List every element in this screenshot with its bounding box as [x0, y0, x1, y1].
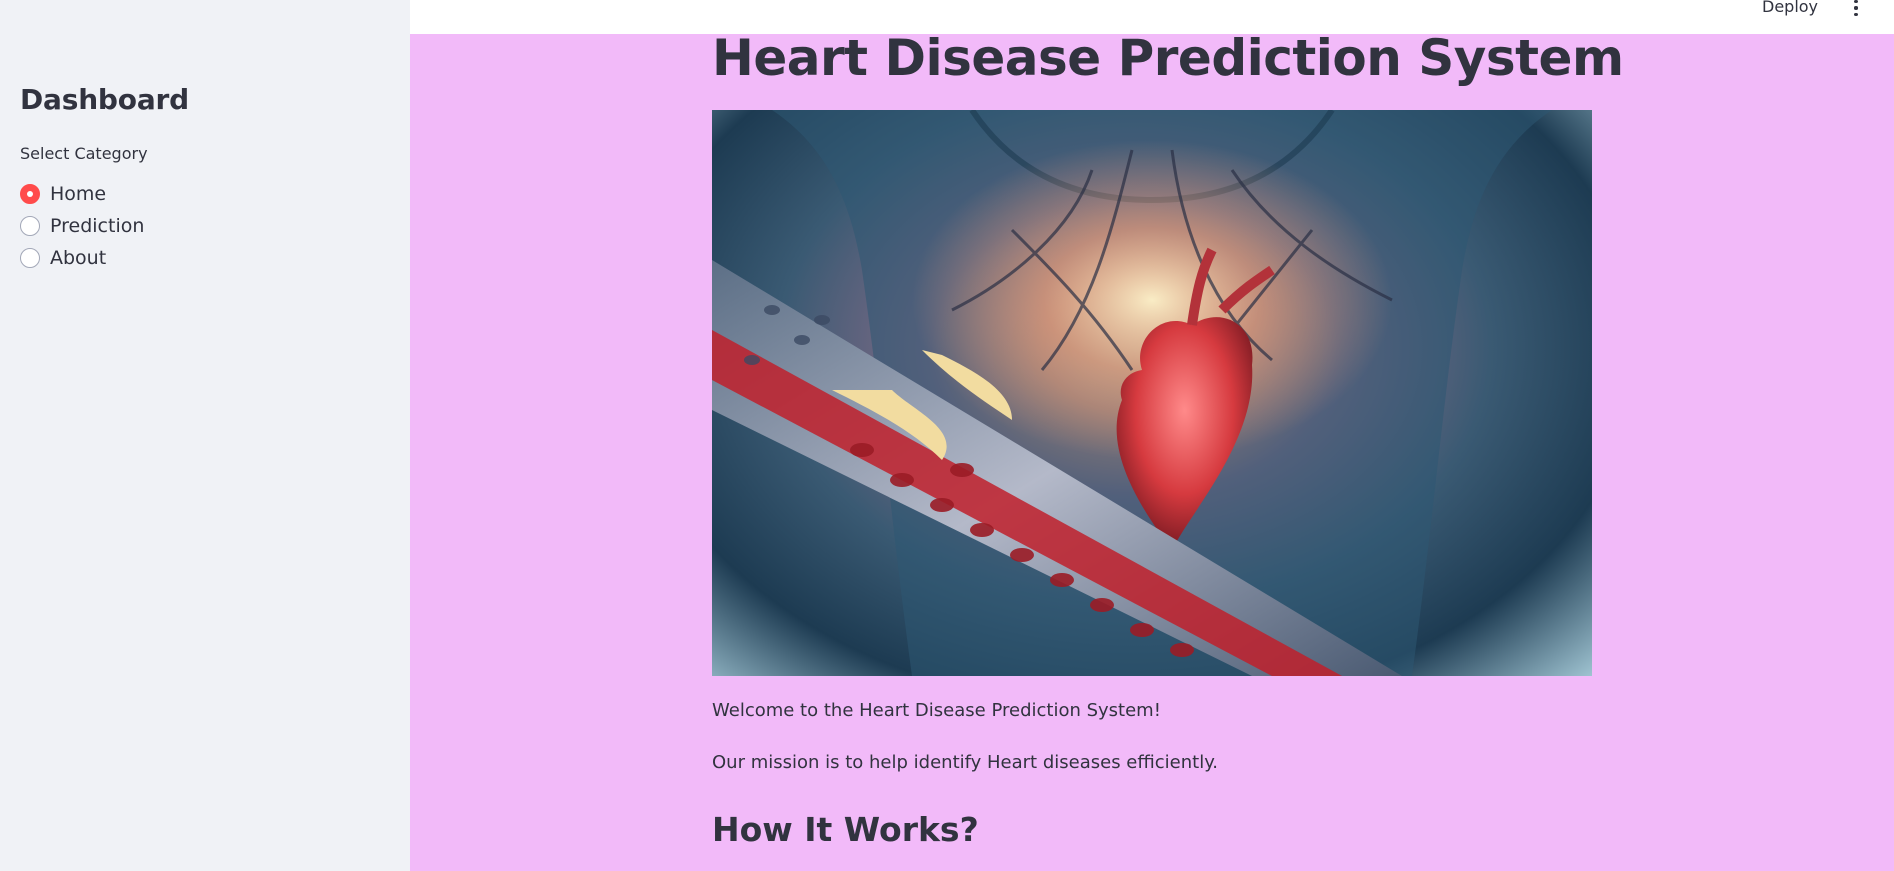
- page-body: Heart Disease Prediction System Welcome …: [712, 29, 1624, 849]
- deploy-button[interactable]: Deploy: [1762, 0, 1818, 18]
- radio-button-selected[interactable]: [20, 184, 40, 204]
- sidebar-title: Dashboard: [20, 83, 189, 116]
- radio-label-about: About: [50, 247, 107, 269]
- radio-label-home: Home: [50, 183, 107, 205]
- main-content: Deploy Heart Disease Prediction System W…: [410, 0, 1894, 871]
- vertical-ellipsis-icon[interactable]: [1847, 0, 1865, 16]
- radio-option-prediction[interactable]: Prediction: [20, 210, 144, 242]
- radio-option-about[interactable]: About: [20, 242, 144, 274]
- how-it-works-heading: How It Works?: [712, 810, 979, 849]
- radio-button[interactable]: [20, 216, 40, 236]
- heart-anatomy-illustration: [712, 110, 1552, 676]
- mission-text: Our mission is to help identify Heart di…: [712, 752, 1219, 773]
- select-category-label: Select Category: [20, 144, 148, 163]
- radio-option-home[interactable]: Home: [20, 178, 144, 210]
- page-title: Heart Disease Prediction System: [712, 29, 1624, 87]
- radio-button[interactable]: [20, 248, 40, 268]
- category-radio-group: Home Prediction About: [20, 178, 144, 274]
- app-window: Dashboard Select Category Home Predictio…: [0, 0, 1894, 871]
- heart-illustration-image: [712, 110, 1592, 676]
- radio-label-prediction: Prediction: [50, 215, 145, 237]
- welcome-text: Welcome to the Heart Disease Prediction …: [712, 700, 1161, 721]
- sidebar: Dashboard Select Category Home Predictio…: [0, 0, 410, 871]
